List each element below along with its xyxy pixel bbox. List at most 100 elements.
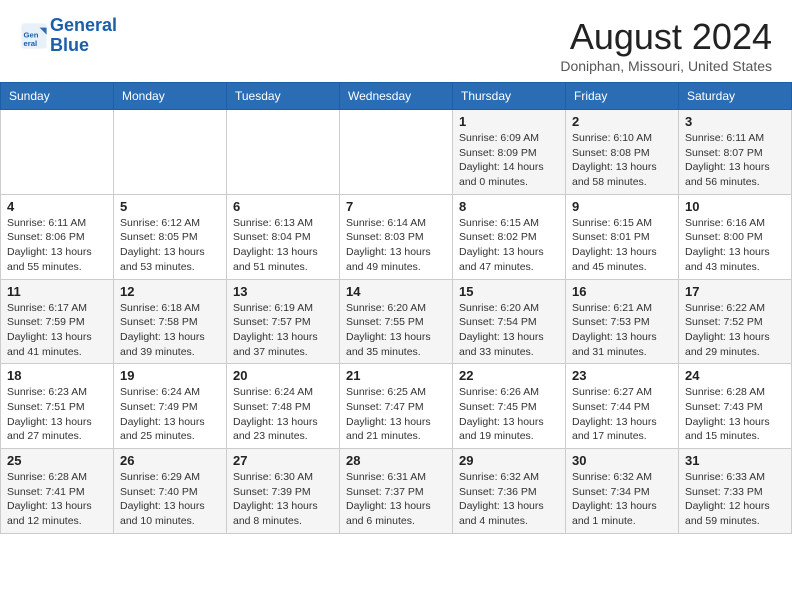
calendar-cell: 26 Sunrise: 6:29 AM Sunset: 7:40 PM Dayli… (114, 449, 227, 534)
calendar-cell: 10 Sunrise: 6:16 AM Sunset: 8:00 PM Dayli… (679, 194, 792, 279)
day-detail: Sunrise: 6:12 AM Sunset: 8:05 PM Dayligh… (120, 216, 220, 275)
day-detail: Sunrise: 6:33 AM Sunset: 7:33 PM Dayligh… (685, 470, 785, 529)
day-detail: Sunrise: 6:32 AM Sunset: 7:36 PM Dayligh… (459, 470, 559, 529)
calendar-week-2: 4Sunrise: 6:11 AM Sunset: 8:06 PM Daylig… (1, 194, 792, 279)
day-detail: Sunrise: 6:25 AM Sunset: 7:47 PM Dayligh… (346, 385, 446, 444)
day-number: 20 (233, 368, 333, 383)
day-detail: Sunrise: 6:09 AM Sunset: 8:09 PM Dayligh… (459, 131, 559, 190)
page-header: Gen eral General Blue August 2024 Doniph… (0, 0, 792, 82)
day-number: 31 (685, 453, 785, 468)
calendar-cell: 6 Sunrise: 6:13 AM Sunset: 8:04 PM Daylig… (227, 194, 340, 279)
day-detail: Sunrise: 6:19 AM Sunset: 7:57 PM Dayligh… (233, 301, 333, 360)
day-detail: Sunrise: 6:14 AM Sunset: 8:03 PM Dayligh… (346, 216, 446, 275)
calendar-cell (340, 110, 453, 195)
calendar-cell (114, 110, 227, 195)
calendar-cell: 3 Sunrise: 6:11 AM Sunset: 8:07 PM Daylig… (679, 110, 792, 195)
calendar-cell: 16 Sunrise: 6:21 AM Sunset: 7:53 PM Dayli… (566, 279, 679, 364)
day-detail: Sunrise: 6:15 AM Sunset: 8:02 PM Dayligh… (459, 216, 559, 275)
day-detail: Sunrise: 6:28 AM Sunset: 7:43 PM Dayligh… (685, 385, 785, 444)
calendar-cell: 30 Sunrise: 6:32 AM Sunset: 7:34 PM Dayli… (566, 449, 679, 534)
calendar-cell: 9 Sunrise: 6:15 AM Sunset: 8:01 PM Daylig… (566, 194, 679, 279)
day-detail: Sunrise: 6:26 AM Sunset: 7:45 PM Dayligh… (459, 385, 559, 444)
calendar-cell: 27 Sunrise: 6:30 AM Sunset: 7:39 PM Dayli… (227, 449, 340, 534)
calendar-cell (1, 110, 114, 195)
calendar-cell: 4Sunrise: 6:11 AM Sunset: 8:06 PM Daylig… (1, 194, 114, 279)
calendar-cell: 20 Sunrise: 6:24 AM Sunset: 7:48 PM Dayli… (227, 364, 340, 449)
weekday-header-saturday: Saturday (679, 83, 792, 110)
day-number: 15 (459, 284, 559, 299)
day-number: 6 (233, 199, 333, 214)
calendar-cell: 11 Sunrise: 6:17 AM Sunset: 7:59 PM Dayli… (1, 279, 114, 364)
day-detail: Sunrise: 6:27 AM Sunset: 7:44 PM Dayligh… (572, 385, 672, 444)
day-detail: Sunrise: 6:20 AM Sunset: 7:55 PM Dayligh… (346, 301, 446, 360)
logo: Gen eral General Blue (20, 16, 117, 56)
calendar-cell (227, 110, 340, 195)
day-number: 23 (572, 368, 672, 383)
day-number: 1 (459, 114, 559, 129)
day-number: 26 (120, 453, 220, 468)
calendar-cell: 19Sunrise: 6:24 AM Sunset: 7:49 PM Dayli… (114, 364, 227, 449)
day-number: 2 (572, 114, 672, 129)
weekday-header-sunday: Sunday (1, 83, 114, 110)
calendar-cell: 14Sunrise: 6:20 AM Sunset: 7:55 PM Dayli… (340, 279, 453, 364)
day-number: 16 (572, 284, 672, 299)
day-detail: Sunrise: 6:15 AM Sunset: 8:01 PM Dayligh… (572, 216, 672, 275)
logo-text: General Blue (50, 16, 117, 56)
calendar-cell: 17Sunrise: 6:22 AM Sunset: 7:52 PM Dayli… (679, 279, 792, 364)
calendar-week-4: 18Sunrise: 6:23 AM Sunset: 7:51 PM Dayli… (1, 364, 792, 449)
month-title: August 2024 (560, 16, 772, 58)
day-number: 22 (459, 368, 559, 383)
svg-text:eral: eral (24, 39, 38, 48)
day-detail: Sunrise: 6:31 AM Sunset: 7:37 PM Dayligh… (346, 470, 446, 529)
day-number: 24 (685, 368, 785, 383)
calendar-cell: 22 Sunrise: 6:26 AM Sunset: 7:45 PM Dayli… (453, 364, 566, 449)
day-detail: Sunrise: 6:11 AM Sunset: 8:07 PM Dayligh… (685, 131, 785, 190)
calendar-cell: 31 Sunrise: 6:33 AM Sunset: 7:33 PM Dayli… (679, 449, 792, 534)
svg-text:Gen: Gen (24, 30, 39, 39)
day-detail: Sunrise: 6:17 AM Sunset: 7:59 PM Dayligh… (7, 301, 107, 360)
calendar-cell: 7Sunrise: 6:14 AM Sunset: 8:03 PM Daylig… (340, 194, 453, 279)
day-number: 25 (7, 453, 107, 468)
day-number: 5 (120, 199, 220, 214)
day-detail: Sunrise: 6:24 AM Sunset: 7:49 PM Dayligh… (120, 385, 220, 444)
day-detail: Sunrise: 6:23 AM Sunset: 7:51 PM Dayligh… (7, 385, 107, 444)
weekday-header-tuesday: Tuesday (227, 83, 340, 110)
day-detail: Sunrise: 6:18 AM Sunset: 7:58 PM Dayligh… (120, 301, 220, 360)
day-number: 13 (233, 284, 333, 299)
day-number: 4 (7, 199, 107, 214)
title-area: August 2024 Doniphan, Missouri, United S… (560, 16, 772, 74)
day-detail: Sunrise: 6:20 AM Sunset: 7:54 PM Dayligh… (459, 301, 559, 360)
calendar: SundayMondayTuesdayWednesdayThursdayFrid… (0, 82, 792, 534)
day-number: 11 (7, 284, 107, 299)
logo-icon: Gen eral (20, 22, 48, 50)
day-detail: Sunrise: 6:30 AM Sunset: 7:39 PM Dayligh… (233, 470, 333, 529)
day-number: 28 (346, 453, 446, 468)
day-number: 29 (459, 453, 559, 468)
calendar-cell: 13 Sunrise: 6:19 AM Sunset: 7:57 PM Dayli… (227, 279, 340, 364)
weekday-header-row: SundayMondayTuesdayWednesdayThursdayFrid… (1, 83, 792, 110)
day-detail: Sunrise: 6:24 AM Sunset: 7:48 PM Dayligh… (233, 385, 333, 444)
day-number: 21 (346, 368, 446, 383)
day-number: 10 (685, 199, 785, 214)
weekday-header-monday: Monday (114, 83, 227, 110)
day-number: 3 (685, 114, 785, 129)
calendar-week-3: 11 Sunrise: 6:17 AM Sunset: 7:59 PM Dayli… (1, 279, 792, 364)
calendar-cell: 21 Sunrise: 6:25 AM Sunset: 7:47 PM Dayli… (340, 364, 453, 449)
day-number: 27 (233, 453, 333, 468)
calendar-cell: 2Sunrise: 6:10 AM Sunset: 8:08 PM Daylig… (566, 110, 679, 195)
day-detail: Sunrise: 6:32 AM Sunset: 7:34 PM Dayligh… (572, 470, 672, 529)
day-number: 30 (572, 453, 672, 468)
day-number: 9 (572, 199, 672, 214)
weekday-header-wednesday: Wednesday (340, 83, 453, 110)
calendar-cell: 1 Sunrise: 6:09 AM Sunset: 8:09 PM Daylig… (453, 110, 566, 195)
day-detail: Sunrise: 6:21 AM Sunset: 7:53 PM Dayligh… (572, 301, 672, 360)
weekday-header-thursday: Thursday (453, 83, 566, 110)
calendar-cell: 15 Sunrise: 6:20 AM Sunset: 7:54 PM Dayli… (453, 279, 566, 364)
calendar-cell: 18Sunrise: 6:23 AM Sunset: 7:51 PM Dayli… (1, 364, 114, 449)
calendar-cell: 28 Sunrise: 6:31 AM Sunset: 7:37 PM Dayli… (340, 449, 453, 534)
calendar-cell: 5 Sunrise: 6:12 AM Sunset: 8:05 PM Daylig… (114, 194, 227, 279)
day-detail: Sunrise: 6:29 AM Sunset: 7:40 PM Dayligh… (120, 470, 220, 529)
day-detail: Sunrise: 6:13 AM Sunset: 8:04 PM Dayligh… (233, 216, 333, 275)
calendar-cell: 25Sunrise: 6:28 AM Sunset: 7:41 PM Dayli… (1, 449, 114, 534)
day-detail: Sunrise: 6:16 AM Sunset: 8:00 PM Dayligh… (685, 216, 785, 275)
